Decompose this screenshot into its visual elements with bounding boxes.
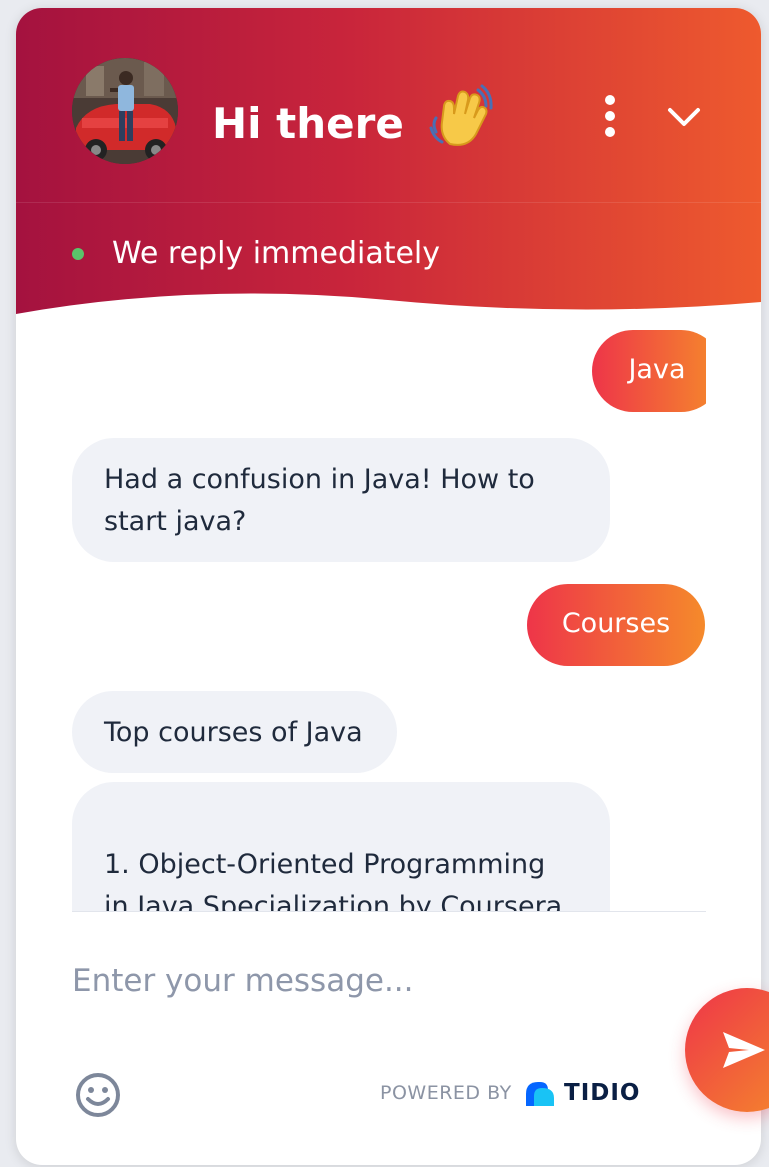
message-text: Java xyxy=(628,354,686,385)
tidio-brand: TIDIO xyxy=(564,1080,641,1106)
more-vertical-icon xyxy=(605,95,615,137)
emoji-button[interactable] xyxy=(74,1071,122,1119)
menu-button[interactable] xyxy=(588,92,632,140)
powered-by-label: POWERED BY xyxy=(380,1082,512,1104)
bot-message: Top courses of Java xyxy=(72,691,397,773)
status-text: We reply immediately xyxy=(112,236,441,271)
message-text: Had a confusion in Java! How to start ja… xyxy=(104,464,535,537)
message-list[interactable]: Java Had a confusion in Java! How to sta… xyxy=(72,308,706,912)
header-divider xyxy=(16,202,761,203)
header-title: Hi there xyxy=(212,84,494,148)
chat-widget: Hi there We reply immediately Java Had a… xyxy=(16,8,761,1165)
bot-message: Had a confusion in Java! How to start ja… xyxy=(72,438,610,562)
page: Hi there We reply immediately Java Had a… xyxy=(0,0,769,1167)
chevron-down-icon xyxy=(668,108,700,126)
chat-header: Hi there We reply immediately xyxy=(16,8,761,342)
message-text: Courses xyxy=(561,608,671,639)
message-input[interactable] xyxy=(72,956,632,1006)
message-text: 1. Object-Oriented Programming in Java S… xyxy=(104,849,563,912)
collapse-chat-button[interactable] xyxy=(662,96,706,140)
user-message: Java xyxy=(592,330,706,412)
message-text: Top courses of Java xyxy=(104,717,363,748)
composer-divider xyxy=(72,911,706,912)
user-message: Courses xyxy=(527,584,705,666)
online-status-dot xyxy=(72,248,84,260)
emoji-icon xyxy=(76,1073,120,1117)
tidio-logo-icon xyxy=(526,1082,554,1106)
agent-avatar xyxy=(72,58,178,164)
bot-message: 1. Object-Oriented Programming in Java S… xyxy=(72,782,610,912)
header-title-text: Hi there xyxy=(212,99,404,148)
send-icon xyxy=(723,1032,765,1068)
waving-hand-icon xyxy=(429,84,494,146)
